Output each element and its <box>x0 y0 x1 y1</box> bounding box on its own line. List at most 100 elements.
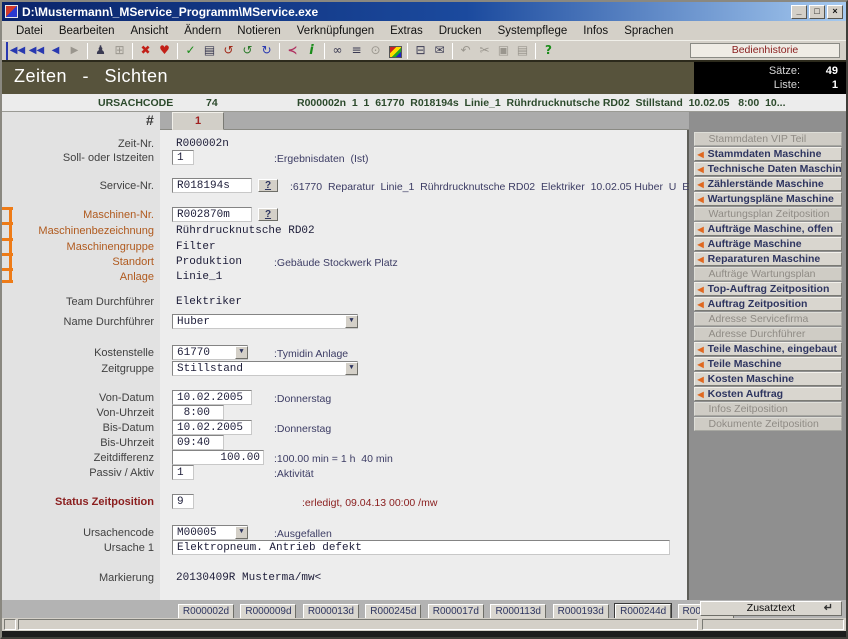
kostenstelle-select[interactable]: 61770 ▼ <box>172 345 248 360</box>
sidebar-item-teile-maschine-eingebaut[interactable]: ◀Teile Maschine, eingebaut <box>694 342 842 356</box>
status-zeitposition-label: Status Zeitposition <box>2 496 154 508</box>
menu-aendern[interactable]: Ändern <box>176 23 229 39</box>
sidebar-item-auftrag-zeitposition[interactable]: ◀Auftrag Zeitposition <box>694 297 842 311</box>
standort-label: Standort <box>2 256 154 268</box>
bis-uhrzeit-input[interactable]: 09:40 <box>172 435 224 450</box>
passiv-aktiv-input[interactable]: 1 <box>172 465 194 480</box>
maschinengruppe-label: Maschinengruppe <box>2 241 154 253</box>
ursachencode-select[interactable]: M00005 ▼ <box>172 525 248 540</box>
von-datum-label: Von-Datum <box>2 392 154 404</box>
row-bis-uhrzeit: Bis-Uhrzeit 09:40 <box>2 435 687 451</box>
mail-icon[interactable]: ✉ <box>430 42 449 60</box>
nav-prev-fast-icon[interactable]: ◀◀ <box>27 42 46 60</box>
maschinen-nr-input[interactable]: R002870m <box>172 207 252 222</box>
undo-red-icon[interactable]: ↺ <box>219 42 238 60</box>
bedienhistorie-button[interactable]: Bedienhistorie <box>690 43 840 58</box>
sidebar-item-kosten-auftrag[interactable]: ◀Kosten Auftrag <box>694 387 842 401</box>
sidebar-item-reparaturen-maschine[interactable]: ◀Reparaturen Maschine <box>694 252 842 266</box>
menu-extras[interactable]: Extras <box>382 23 431 39</box>
minimize-button[interactable]: _ <box>791 5 807 19</box>
soll-ist-input[interactable]: 1 <box>172 150 194 165</box>
sidebar-item-stammdaten-maschine[interactable]: ◀Stammdaten Maschine <box>694 147 842 161</box>
record-button[interactable]: R000013d <box>303 604 359 619</box>
name-durchfuehrer-select[interactable]: Huber ▼ <box>172 314 358 329</box>
nav-first-icon[interactable]: ◀◀ <box>6 42 27 60</box>
sidebar-item-kosten-maschine[interactable]: ◀Kosten Maschine <box>694 372 842 386</box>
undo-green-icon[interactable]: ↺ <box>238 42 257 60</box>
maschinen-nr-help-button[interactable]: ? <box>258 208 278 221</box>
dropdown-arrow-icon[interactable]: ▼ <box>345 315 358 328</box>
nav-prev-icon[interactable]: ◀ <box>46 42 65 60</box>
row-anlage: Anlage Linie_1 <box>2 269 687 285</box>
service-nr-input[interactable]: R018194s <box>172 178 252 193</box>
menu-datei[interactable]: Datei <box>8 23 51 39</box>
tab-1[interactable]: 1 <box>172 112 224 130</box>
record-button[interactable]: R000002d <box>178 604 234 619</box>
nav-next-icon: ▶ <box>65 42 84 60</box>
von-uhrzeit-input[interactable]: 8:00 <box>172 405 224 420</box>
link-icon[interactable]: ≺ <box>283 42 302 60</box>
statusbar-segment <box>702 619 844 630</box>
von-datum-input[interactable]: 10.02.2005 <box>172 390 252 405</box>
chart-icon[interactable] <box>385 42 404 60</box>
kostenstelle-label: Kostenstelle <box>2 347 154 359</box>
menu-sprachen[interactable]: Sprachen <box>616 23 681 39</box>
row-maschinenbezeichnung: Maschinenbezeichnung Rührdrucknutsche RD… <box>2 223 687 239</box>
stamp-icon[interactable]: ♟ <box>91 42 110 60</box>
help-icon[interactable]: ? <box>539 42 558 60</box>
jump-arrow-icon: ◀ <box>698 345 704 354</box>
dropdown-arrow-icon[interactable]: ▼ <box>235 346 248 359</box>
maschinenbezeichnung-value: Rührdrucknutsche RD02 <box>176 225 315 237</box>
passiv-aktiv-comment: :Aktivität <box>274 468 314 480</box>
bis-datum-input[interactable]: 10.02.2005 <box>172 420 252 435</box>
dropdown-arrow-icon[interactable]: ▼ <box>345 362 358 375</box>
sidebar-item-stammdaten-vip-teil: Stammdaten VIP Teil <box>694 132 842 146</box>
confirm-check-icon[interactable]: ✓ <box>181 42 200 60</box>
info-icon[interactable]: i <box>302 42 321 60</box>
dropdown-arrow-icon[interactable]: ▼ <box>235 526 248 539</box>
record-button[interactable]: R000009d <box>240 604 296 619</box>
menu-infos[interactable]: Infos <box>575 23 616 39</box>
close-button[interactable]: × <box>827 5 843 19</box>
service-nr-help-button[interactable]: ? <box>258 179 278 192</box>
maximize-button[interactable]: □ <box>809 5 825 19</box>
sidebar-item-top-auftrag-zeitposition[interactable]: ◀Top-Auftrag Zeitposition <box>694 282 842 296</box>
copy-icon: ▣ <box>494 42 513 60</box>
status-zeitposition-input[interactable]: 9 <box>172 494 194 509</box>
record-button[interactable]: R000245d <box>365 604 421 619</box>
sidebar-item-wartungsplaene-maschine[interactable]: ◀Wartungspläne Maschine <box>694 192 842 206</box>
zeitdifferenz-input[interactable]: 100.00 <box>172 450 264 465</box>
binoculars-icon[interactable]: ∞ <box>328 42 347 60</box>
ursache1-input[interactable]: Elektropneum. Antrieb defekt <box>172 540 670 555</box>
standort-value: Produktion <box>176 256 242 268</box>
menu-notieren[interactable]: Notieren <box>229 23 288 39</box>
menu-ansicht[interactable]: Ansicht <box>122 23 176 39</box>
record-button[interactable]: R000193d <box>553 604 609 619</box>
record-button[interactable]: R000017d <box>428 604 484 619</box>
list-icon[interactable]: ≡ <box>347 42 366 60</box>
zeitgruppe-select[interactable]: Stillstand ▼ <box>172 361 358 376</box>
row-ursachencode: Ursachencode M00005 ▼ :Ausgefallen <box>2 525 687 541</box>
delete-icon[interactable]: ✖ <box>136 42 155 60</box>
menu-bearbeiten[interactable]: Bearbeiten <box>51 23 123 39</box>
redo-blue-icon[interactable]: ↻ <box>257 42 276 60</box>
sidebar-item-auftraege-maschine[interactable]: ◀Aufträge Maschine <box>694 237 842 251</box>
menu-verknuepfungen[interactable]: Verknüpfungen <box>289 23 382 39</box>
record-button-active[interactable]: R000244d <box>615 604 671 619</box>
menu-drucken[interactable]: Drucken <box>431 23 490 39</box>
sidebar-item-auftraege-maschine-offen[interactable]: ◀Aufträge Maschine, offen <box>694 222 842 236</box>
sidebar-item-auftraege-wartungsplan: Aufträge Wartungsplan <box>694 267 842 281</box>
sidebar-item-technische-daten-maschine[interactable]: ◀Technische Daten Maschine <box>694 162 842 176</box>
row-kostenstelle: Kostenstelle 61770 ▼ :Tymidin Anlage <box>2 345 687 361</box>
app-window: D:\Mustermann\_MService_Programm\MServic… <box>0 0 848 639</box>
jump-arrow-icon: ◀ <box>698 150 704 159</box>
menu-systempflege[interactable]: Systempflege <box>490 23 576 39</box>
print-icon[interactable]: ⊟ <box>411 42 430 60</box>
record-button[interactable]: R000113d <box>490 604 546 619</box>
form-icon[interactable]: ▤ <box>200 42 219 60</box>
sidebar-item-teile-maschine[interactable]: ◀Teile Maschine <box>694 357 842 371</box>
heart-icon[interactable]: ♥ <box>155 42 174 60</box>
service-nr-comment: :61770 Reparatur Linie_1 Rührdrucknutsch… <box>290 181 714 193</box>
sidebar-item-zaehlerstaende-maschine[interactable]: ◀Zählerstände Maschine <box>694 177 842 191</box>
zusatztext-button[interactable]: Zusatztext ↵ <box>700 601 842 616</box>
